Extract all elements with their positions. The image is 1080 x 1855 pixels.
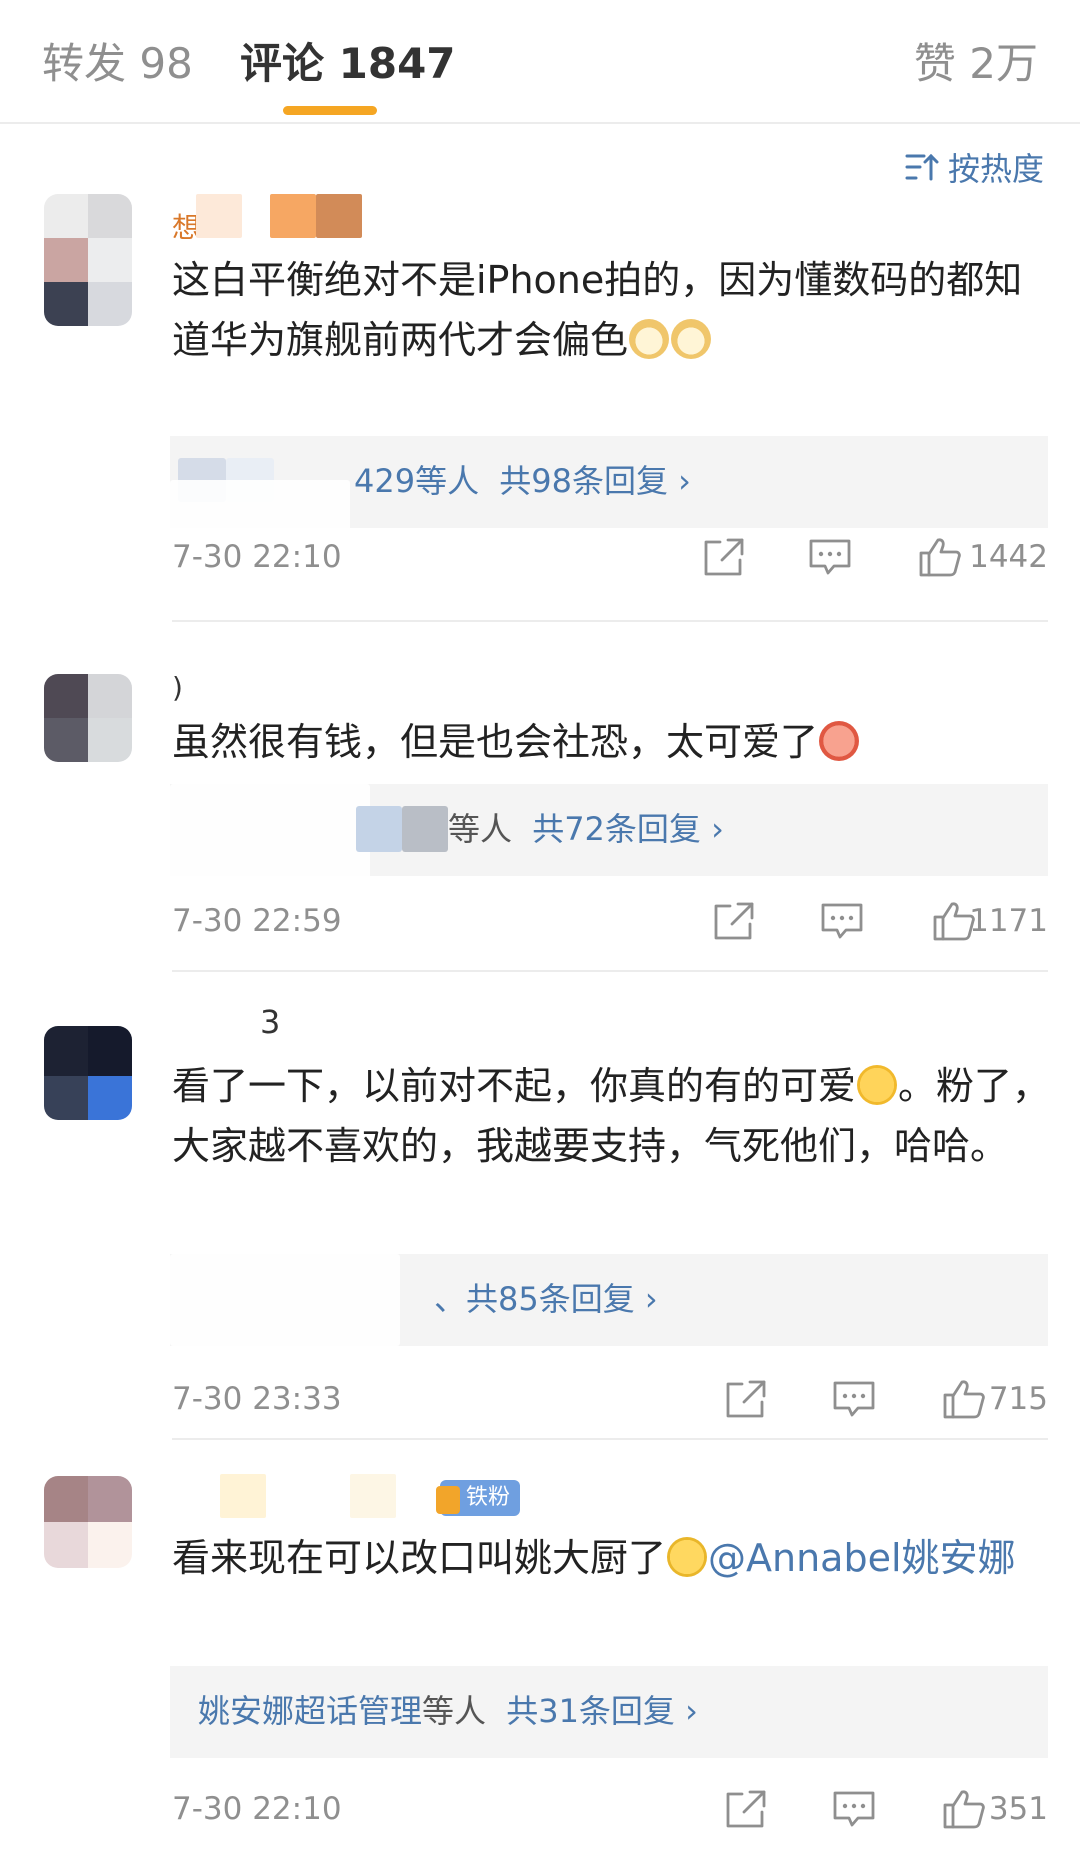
smile-emoji [857, 1065, 898, 1105]
comment-divider [172, 1438, 1048, 1440]
avatar[interactable] [44, 674, 132, 762]
fan-badge: 铁粉 [436, 1480, 521, 1516]
reply-summary: 429等人 共98条回复 › [354, 458, 691, 504]
reply-blur [170, 784, 370, 884]
share-icon[interactable] [702, 536, 746, 578]
tab-repost[interactable]: 转发 98 [42, 38, 193, 90]
active-tab-indicator [283, 106, 377, 115]
reply-summary: 、共85条回复 › [434, 1276, 658, 1322]
reply-preview[interactable]: 姚安娜超话管理等人 共31条回复 › [170, 1666, 1048, 1758]
tab-comment[interactable]: 评论 1847 [240, 38, 456, 90]
like-icon[interactable] [942, 1378, 986, 1420]
comment-text: 虽然很有钱，但是也会社恐，太可爱了 [172, 712, 1052, 772]
like-icon[interactable] [942, 1788, 986, 1830]
comment-item: 3 看了一下，以前对不起，你真的有的可爱 。粉了，大家越不喜欢的，我越要支持，气死… [0, 1000, 1080, 1440]
reply-blur [170, 1254, 400, 1346]
username[interactable]: 3 [260, 1004, 280, 1040]
share-icon[interactable] [724, 1788, 768, 1830]
comment-body: 看了一下，以前对不起，你真的有的可爱 [172, 1064, 857, 1108]
username-blur [316, 194, 362, 238]
comment-icon[interactable] [820, 900, 864, 942]
like-icon[interactable] [918, 536, 962, 578]
comment-time: 7-30 22:10 [172, 1791, 342, 1827]
doge-emoji [629, 319, 670, 359]
comment-body: 虽然很有钱，但是也会社恐，太可爱了 [172, 720, 819, 764]
username-blur [220, 1474, 266, 1518]
fan-badge-label: 铁粉 [466, 1485, 511, 1510]
sort-label: 按热度 [947, 150, 1044, 188]
reply-summary: 姚安娜超话管理等人 共31条回复 › [198, 1688, 698, 1734]
reply-total-link[interactable]: 共31条回复 › [506, 1692, 698, 1730]
comment-text: 这白平衡绝对不是iPhone拍的，因为懂数码的都知道华为旗舰前两代才会偏色 [172, 250, 1052, 370]
avatar[interactable] [44, 1476, 132, 1568]
like-count: 351 [988, 1791, 1048, 1827]
reply-avatar-blur [402, 806, 448, 852]
like-count: 1171 [969, 903, 1048, 939]
comment-icon[interactable] [808, 536, 852, 578]
thinking-emoji [667, 1537, 708, 1577]
sort-icon [905, 153, 939, 181]
reply-users[interactable]: 姚安娜超话管理 [198, 1692, 422, 1730]
comment-tabs: 转发 98 评论 1847 赞 2万 [0, 0, 1080, 124]
reply-total-link[interactable]: 共85条回复 › [466, 1280, 658, 1318]
reply-total-link[interactable]: 共72条回复 › [532, 810, 724, 848]
reply-summary: 等人 共72条回复 › [448, 806, 724, 852]
comment-item: ) 虽然很有钱，但是也会社恐，太可爱了 等人 共72条回复 › 7-30 22:… [0, 660, 1080, 972]
reply-suffix: 等人 [422, 1692, 487, 1730]
tab-like[interactable]: 赞 2万 [914, 38, 1038, 90]
share-icon[interactable] [712, 900, 756, 942]
comment-time: 7-30 23:33 [172, 1381, 342, 1417]
username[interactable]: ) [172, 670, 183, 706]
comment-meta: 7-30 23:33 715 [172, 1376, 1048, 1422]
reply-users: 、 [434, 1280, 467, 1318]
comment-text: 看了一下，以前对不起，你真的有的可爱 。粉了，大家越不喜欢的，我越要支持，气死他们… [172, 1056, 1052, 1176]
username-blur [196, 194, 242, 238]
comment-body: 这白平衡绝对不是iPhone拍的，因为懂数码的都知道华为旗舰前两代才会偏色 [172, 258, 1023, 362]
reply-blur [170, 480, 350, 540]
fan-level-icon [436, 1486, 460, 1514]
comment-time: 7-30 22:10 [172, 539, 342, 575]
reply-preview[interactable]: 429等人 共98条回复 › [170, 436, 1048, 540]
like-count: 1442 [969, 539, 1048, 575]
share-icon[interactable] [724, 1378, 768, 1420]
comment-divider [172, 620, 1048, 622]
comment-divider [172, 970, 1048, 972]
mention-link[interactable]: @Annabel姚安娜 [708, 1536, 1016, 1580]
comment-time: 7-30 22:59 [172, 903, 342, 939]
comment-meta: 7-30 22:10 351 [172, 1786, 1048, 1832]
username-blur [270, 194, 316, 238]
reply-preview[interactable]: 、共85条回复 › [170, 1254, 1048, 1346]
reply-users: 等人 [448, 810, 513, 848]
reply-users: 429等人 [354, 462, 480, 500]
cute-emoji [819, 721, 860, 761]
doge-emoji [671, 319, 712, 359]
comment-icon[interactable] [832, 1378, 876, 1420]
reply-avatar-blur [356, 806, 402, 852]
comment-item: 想 这白平衡绝对不是iPhone拍的，因为懂数码的都知道华为旗舰前两代才会偏色 … [0, 190, 1080, 622]
comment-text: 看来现在可以改口叫姚大厨了 @Annabel姚安娜 [172, 1528, 1052, 1588]
sort-by-hot-button[interactable]: 按热度 [904, 145, 1044, 189]
comment-body: 看来现在可以改口叫姚大厨了 [172, 1536, 667, 1580]
reply-preview[interactable]: 等人 共72条回复 › [170, 784, 1048, 884]
comment-meta: 7-30 22:59 1171 [172, 898, 1048, 944]
avatar[interactable] [44, 1026, 132, 1120]
comment-meta: 7-30 22:10 1442 [172, 534, 1048, 580]
comment-item: 铁粉 看来现在可以改口叫姚大厨了 @Annabel姚安娜 姚安娜超话管理等人 共3… [0, 1470, 1080, 1855]
like-count: 715 [988, 1381, 1048, 1417]
reply-total-link[interactable]: 共98条回复 › [499, 462, 691, 500]
comment-icon[interactable] [832, 1788, 876, 1830]
avatar[interactable] [44, 194, 132, 326]
username-blur [350, 1474, 396, 1518]
